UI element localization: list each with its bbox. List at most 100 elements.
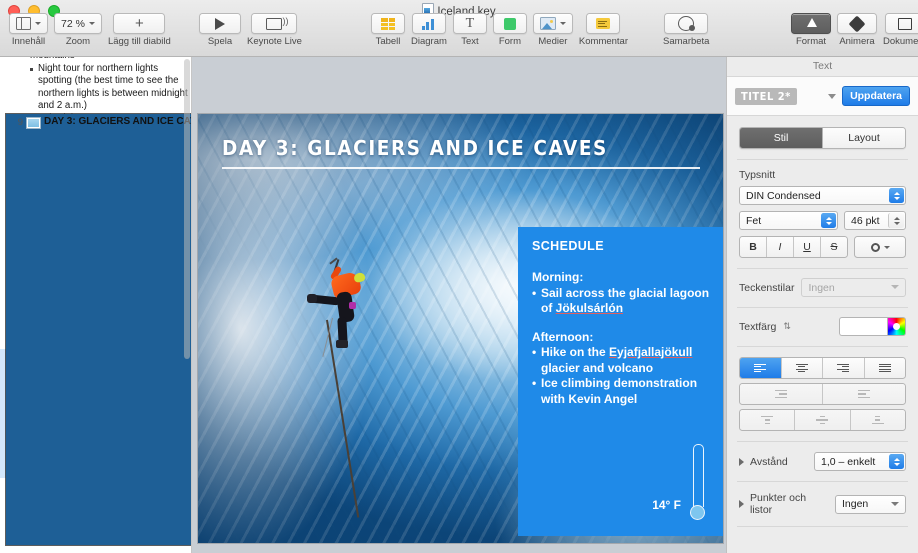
font-weight-select[interactable]: Fet xyxy=(739,211,838,230)
font-family-select[interactable]: DIN Condensed xyxy=(739,186,906,205)
color-wheel-icon[interactable] xyxy=(887,317,906,336)
shape-button[interactable]: Form xyxy=(492,13,527,47)
decrease-indent-button[interactable] xyxy=(740,384,822,404)
horizontal-alignment-group[interactable] xyxy=(739,357,906,379)
divider xyxy=(737,159,908,160)
chevron-down-icon[interactable] xyxy=(828,93,837,99)
slide-canvas-area[interactable]: DAY 3: GLACIERS AND ICE CAVES SCHEDULE M… xyxy=(192,57,726,553)
spacing-stepper[interactable] xyxy=(889,454,904,469)
slide-canvas[interactable]: DAY 3: GLACIERS AND ICE CAVES SCHEDULE M… xyxy=(198,114,723,543)
collaborate-icon xyxy=(678,16,696,31)
strikethrough-button[interactable]: S xyxy=(820,237,847,257)
paragraph-style-row[interactable]: TITEL 2* Uppdatera xyxy=(727,77,918,116)
update-style-button[interactable]: Uppdatera xyxy=(842,86,910,106)
keynote-live-button[interactable]: Keynote Live xyxy=(247,13,302,47)
text-color-swap-icon[interactable]: ⇅ xyxy=(783,322,791,331)
outline-scrollbar[interactable] xyxy=(184,59,190,359)
character-styles-select[interactable]: Ingen xyxy=(801,278,906,297)
align-left-button[interactable] xyxy=(740,358,781,378)
tab-layout[interactable]: Layout xyxy=(822,128,905,148)
font-size-stepper[interactable] xyxy=(888,213,904,228)
font-family-stepper[interactable] xyxy=(889,188,904,203)
text-color-controls[interactable] xyxy=(839,317,906,336)
paragraph-style-name[interactable]: TITEL 2* xyxy=(735,87,797,105)
outline-slide-row[interactable]: 9 DAY 3: GLACIERS AND ICE CAVES xyxy=(6,114,191,545)
comment-icon xyxy=(596,18,611,29)
bullets-row[interactable]: Punkter och listor Ingen xyxy=(739,492,906,516)
style-layout-tabs[interactable]: Stil Layout xyxy=(739,127,906,149)
add-slide-button[interactable]: + Lägg till diabild xyxy=(108,13,171,47)
align-middle-button[interactable] xyxy=(794,410,850,430)
table-button[interactable]: Tabell xyxy=(371,13,405,47)
disclosure-triangle-icon[interactable] xyxy=(739,457,744,466)
italic-button[interactable]: I xyxy=(766,237,793,257)
text-button[interactable]: T Text xyxy=(452,13,487,47)
spacing-select[interactable]: 1,0 – enkelt xyxy=(814,452,906,471)
font-family-row[interactable]: DIN Condensed xyxy=(739,186,906,205)
font-size-value: 46 pkt xyxy=(851,214,880,227)
ice-climber-photo-subject xyxy=(307,257,370,518)
character-styles-row[interactable]: Teckenstilar Ingen xyxy=(739,278,906,297)
slide-thumbnail-icon[interactable] xyxy=(27,118,40,128)
outline-list[interactable]: mountainsNight tour for northern lights … xyxy=(0,57,191,545)
bold-italic-underline-strike-group[interactable]: B I U S xyxy=(739,236,848,258)
disclosure-triangle-icon[interactable] xyxy=(739,500,744,508)
schedule-body[interactable]: Morning: • Sail across the glacial lagoon … xyxy=(532,270,714,407)
align-right-button[interactable] xyxy=(822,358,864,378)
zoom-button-label: Zoom xyxy=(65,36,91,47)
divider xyxy=(737,441,908,442)
zoom-button[interactable]: 72 % Zoom xyxy=(54,13,102,47)
spacing-row[interactable]: Avstånd 1,0 – enkelt xyxy=(739,452,906,471)
toolbar-play-group: Spela Keynote Live xyxy=(196,13,305,47)
schedule-bullet-text: Ice climbing demonstration with Kevin An… xyxy=(541,376,698,406)
increase-indent-icon xyxy=(858,389,870,399)
vertical-alignment-group[interactable] xyxy=(739,409,906,431)
text-color-swatch[interactable] xyxy=(839,317,887,336)
indent-group[interactable] xyxy=(739,383,906,405)
schedule-gap xyxy=(532,317,714,330)
font-weight-value: Fet xyxy=(746,214,762,227)
schedule-text-box[interactable]: SCHEDULE Morning: • Sail across the glacia… xyxy=(518,227,723,536)
shape-label: Form xyxy=(498,36,521,47)
chevron-down-icon xyxy=(559,22,566,25)
increase-indent-button[interactable] xyxy=(822,384,905,404)
toolbar-collab-group: Samarbeta xyxy=(660,13,712,47)
font-size-field[interactable]: 46 pkt xyxy=(844,211,906,230)
outline-navigator[interactable]: mountainsNight tour for northern lights … xyxy=(0,57,192,553)
toolbar-left-group: Innehåll 72 % Zoom + Lägg till diabild xyxy=(6,13,174,47)
list-item[interactable]: Night tour for northern lights spotting … xyxy=(0,63,191,113)
bullets-select[interactable]: Ingen xyxy=(835,494,906,514)
slide-title[interactable]: DAY 3: GLACIERS AND ICE CAVES xyxy=(222,136,608,165)
bold-button[interactable]: B xyxy=(740,237,766,257)
table-icon xyxy=(381,17,395,30)
underline-button[interactable]: U xyxy=(793,237,820,257)
temperature-label: 14° F xyxy=(652,498,681,512)
outline-slide-group[interactable]: 9DAY 3: GLACIERS AND ICE CAVESAREAS OF S… xyxy=(0,114,191,545)
animate-button[interactable]: Animera xyxy=(837,13,877,47)
font-weight-size-row[interactable]: Fet 46 pkt xyxy=(739,211,906,230)
align-justify-button[interactable] xyxy=(863,358,905,378)
text-color-row[interactable]: Textfärg ⇅ xyxy=(739,317,906,336)
keynote-live-icon xyxy=(266,16,288,30)
align-justify-icon xyxy=(878,363,891,373)
tab-stil[interactable]: Stil xyxy=(740,128,822,148)
morning-label: Morning: xyxy=(532,270,584,284)
font-format-buttons[interactable]: B I U S xyxy=(739,236,906,258)
collaborate-button[interactable]: Samarbeta xyxy=(663,13,709,47)
font-weight-stepper[interactable] xyxy=(821,213,836,228)
comment-button[interactable]: Kommentar xyxy=(579,13,628,47)
format-inspector[interactable]: Text TITEL 2* Uppdatera Stil Layout Typs… xyxy=(726,57,918,553)
chart-icon xyxy=(421,18,436,30)
align-bottom-button[interactable] xyxy=(849,410,905,430)
play-icon xyxy=(215,17,225,30)
strikethrough-label: S xyxy=(830,241,838,253)
advanced-options-button[interactable] xyxy=(854,236,906,258)
document-button[interactable]: Dokument xyxy=(883,13,918,47)
chart-button[interactable]: Diagram xyxy=(411,13,447,47)
content-button[interactable]: Innehåll xyxy=(9,13,48,47)
format-button[interactable]: Format xyxy=(791,13,831,47)
align-top-button[interactable] xyxy=(740,410,795,430)
align-center-button[interactable] xyxy=(780,358,822,378)
play-button[interactable]: Spela xyxy=(199,13,241,47)
media-button[interactable]: Medier xyxy=(532,13,573,47)
